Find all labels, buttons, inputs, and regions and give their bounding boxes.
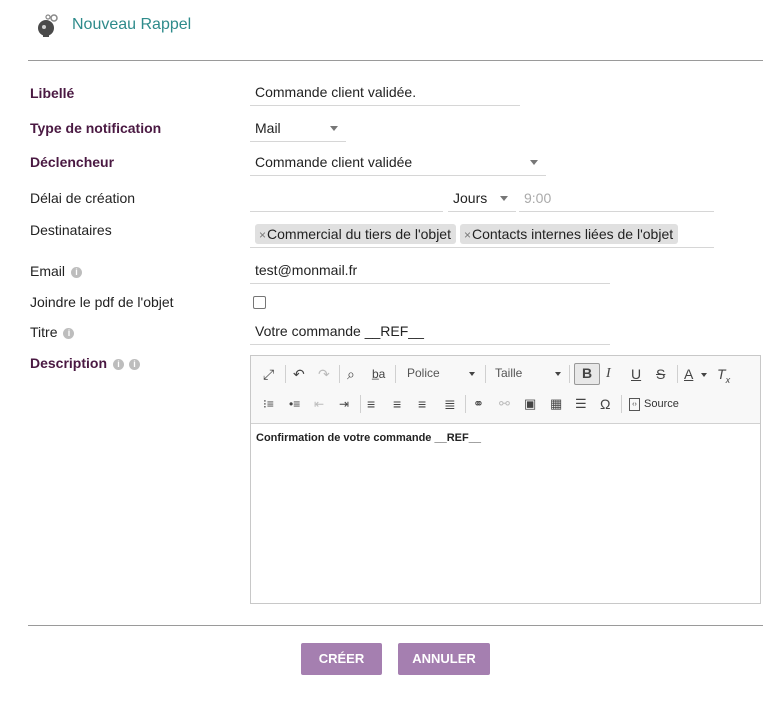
type-notification-label: Type de notification bbox=[30, 120, 162, 136]
description-editor[interactable]: ⤢ ↶ ↷ ⌕ b̲a Police Taille B I U S A Tx ⁝… bbox=[250, 355, 761, 604]
image-icon[interactable]: ▣ bbox=[524, 395, 536, 413]
libelle-input[interactable]: Commande client validée. bbox=[250, 84, 520, 106]
chevron-down-icon bbox=[701, 373, 707, 377]
chevron-down-icon bbox=[469, 372, 475, 376]
size-select[interactable]: Taille bbox=[495, 366, 565, 380]
page-title: Nouveau Rappel bbox=[72, 16, 192, 33]
numbered-list-icon[interactable]: ⁝≡ bbox=[263, 395, 274, 413]
info-icon: i bbox=[63, 327, 75, 339]
delai-time-input[interactable]: 9:00 bbox=[519, 190, 714, 212]
destinataire-tag: ×Commercial du tiers de l'objet bbox=[255, 224, 456, 244]
joindre-pdf-checkbox[interactable] bbox=[253, 296, 266, 309]
libelle-label: Libellé bbox=[30, 85, 75, 101]
maximize-icon[interactable]: ⤢ bbox=[263, 365, 274, 383]
delai-input[interactable] bbox=[250, 190, 443, 212]
titre-input[interactable]: Votre commande __REF__ bbox=[250, 323, 610, 345]
header-divider bbox=[28, 60, 763, 61]
align-left-icon[interactable]: ≡ bbox=[367, 395, 375, 413]
editor-content[interactable]: Confirmation de votre commande __REF__ bbox=[256, 432, 481, 444]
text-color-icon[interactable]: A bbox=[684, 365, 693, 383]
underline-icon[interactable]: U bbox=[631, 365, 641, 383]
cancel-button[interactable]: ANNULER bbox=[398, 643, 490, 675]
create-button[interactable]: CRÉER bbox=[301, 643, 382, 675]
destinataires-multiselect[interactable]: ×Commercial du tiers de l'objet ×Contacts… bbox=[250, 224, 714, 248]
unlink-icon[interactable]: ⚯ bbox=[499, 395, 510, 413]
italic-icon[interactable]: I bbox=[606, 365, 611, 383]
type-notification-select[interactable]: Mail bbox=[250, 120, 346, 142]
chevron-down-icon bbox=[530, 160, 538, 165]
align-justify-icon[interactable]: ≣ bbox=[444, 395, 456, 413]
email-label: Email i bbox=[30, 263, 83, 279]
chevron-down-icon bbox=[500, 196, 508, 201]
joindre-pdf-label: Joindre le pdf de l'objet bbox=[30, 294, 174, 310]
link-icon[interactable]: ⚭ bbox=[473, 395, 484, 413]
indent-icon[interactable]: ⇥ bbox=[339, 395, 349, 413]
strikethrough-icon[interactable]: S bbox=[656, 365, 665, 383]
align-right-icon[interactable]: ≡ bbox=[418, 395, 426, 413]
declencheur-label: Déclencheur bbox=[30, 154, 115, 170]
destinataires-label: Destinataires bbox=[30, 222, 112, 238]
horizontal-rule-icon[interactable]: ☰ bbox=[575, 395, 587, 413]
titre-label: Titre i bbox=[30, 324, 75, 340]
replace-icon[interactable]: b̲a bbox=[372, 365, 385, 383]
outdent-icon[interactable]: ⇤ bbox=[314, 395, 324, 413]
source-icon: ‹› bbox=[629, 397, 640, 411]
special-char-icon[interactable]: Ω bbox=[600, 395, 610, 413]
bell-gear-icon bbox=[38, 14, 58, 37]
info-icon: i bbox=[71, 266, 83, 278]
bold-icon[interactable]: B bbox=[574, 363, 600, 385]
font-select[interactable]: Police bbox=[407, 366, 479, 380]
undo-icon[interactable]: ↶ bbox=[293, 365, 305, 383]
bullet-list-icon[interactable]: •≡ bbox=[289, 395, 300, 413]
email-input[interactable]: test@monmail.fr bbox=[250, 262, 610, 284]
destinataire-tag: ×Contacts internes liées de l'objet bbox=[459, 224, 679, 244]
description-label: Description i i bbox=[30, 355, 141, 371]
table-icon[interactable]: ▦ bbox=[550, 395, 562, 413]
chevron-down-icon bbox=[330, 126, 338, 131]
footer-divider bbox=[28, 625, 763, 626]
align-center-icon[interactable]: ≡ bbox=[393, 395, 401, 413]
remove-tag-icon[interactable]: × bbox=[259, 228, 266, 242]
delai-time-placeholder: 9:00 bbox=[524, 190, 552, 206]
info-icon: i bbox=[113, 358, 125, 370]
source-button[interactable]: ‹› Source bbox=[629, 395, 679, 413]
remove-format-icon[interactable]: Tx bbox=[717, 365, 730, 389]
delai-label: Délai de création bbox=[30, 190, 136, 206]
type-notification-value: Mail bbox=[255, 120, 281, 136]
info-icon: i bbox=[129, 358, 141, 370]
editor-toolbar: ⤢ ↶ ↷ ⌕ b̲a Police Taille B I U S A Tx ⁝… bbox=[251, 356, 760, 424]
declencheur-select[interactable]: Commande client validée bbox=[250, 154, 546, 176]
redo-icon[interactable]: ↷ bbox=[318, 365, 330, 383]
remove-tag-icon[interactable]: × bbox=[464, 228, 471, 242]
delai-unit-value: Jours bbox=[453, 190, 488, 206]
search-icon[interactable]: ⌕ bbox=[347, 365, 355, 383]
delai-unit-select[interactable]: Jours bbox=[448, 190, 516, 212]
chevron-down-icon bbox=[555, 372, 561, 376]
declencheur-value: Commande client validée bbox=[255, 154, 413, 170]
